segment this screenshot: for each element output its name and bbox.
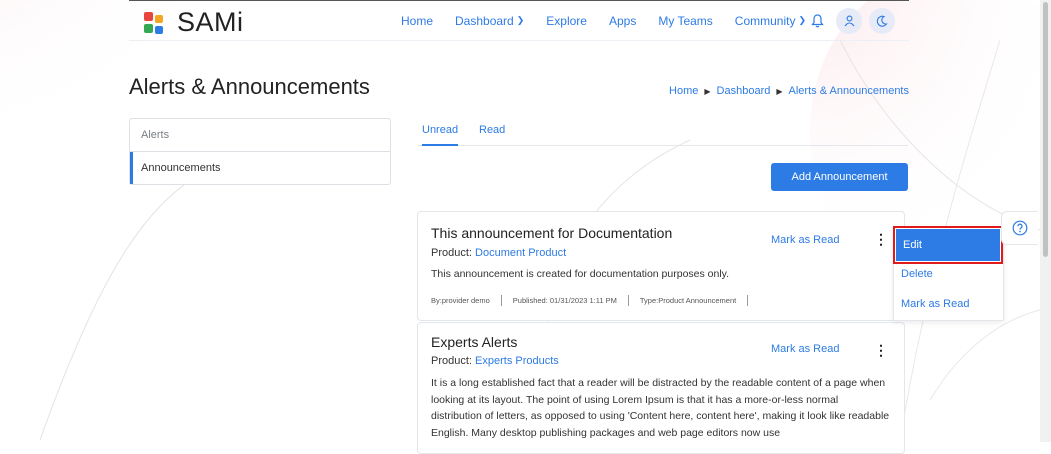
meta-by: By:provider demo <box>431 296 490 305</box>
meta-divider <box>500 295 502 306</box>
announcement-card: This announcement for Documentation Prod… <box>417 211 905 321</box>
announcement-description: This announcement is created for documen… <box>431 268 730 280</box>
brand-name: SAMi <box>177 7 244 37</box>
nav-dashboard[interactable]: Dashboard ❯ <box>455 14 524 28</box>
menu-item-edit[interactable]: Edit <box>893 226 1003 264</box>
nav-dashboard-label: Dashboard <box>455 13 514 28</box>
menu-item-delete[interactable]: Delete <box>894 259 1003 289</box>
more-vertical-icon[interactable]: ⋮ <box>874 343 888 357</box>
announcement-title: Experts Alerts <box>431 334 518 350</box>
scrollbar-thumb[interactable] <box>1043 2 1048 257</box>
breadcrumb: Home ▶ Dashboard ▶ Alerts & Announcement… <box>669 85 909 97</box>
add-announcement-button[interactable]: Add Announcement <box>771 163 908 191</box>
mark-as-read-link[interactable]: Mark as Read <box>771 234 839 246</box>
announcement-body: It is a long established fact that a rea… <box>431 377 890 439</box>
announcement-title: This announcement for Documentation <box>431 225 673 241</box>
product-link[interactable]: Document Product <box>475 247 566 259</box>
sidebar: Alerts Announcements <box>129 118 391 185</box>
nav-community[interactable]: Community ❯ <box>735 14 806 28</box>
header-icons <box>804 8 902 34</box>
product-label: Product: <box>431 355 472 367</box>
help-button[interactable] <box>1001 211 1038 245</box>
mark-as-read-link[interactable]: Mark as Read <box>771 343 839 355</box>
announcement-card: Experts Alerts Product: Experts Products… <box>417 322 905 454</box>
main-nav: Home Dashboard ❯ Explore Apps My Teams Co… <box>401 1 828 40</box>
product-label: Product: <box>431 247 472 259</box>
user-icon[interactable] <box>836 8 862 34</box>
sidebar-item-alerts[interactable]: Alerts <box>130 119 390 152</box>
nav-home[interactable]: Home <box>401 14 433 28</box>
brand-logo[interactable]: SAMi <box>143 7 244 38</box>
announcement-product: Product: Experts Products <box>431 355 559 367</box>
tab-read[interactable]: Read <box>479 124 505 136</box>
nav-my-teams-label: My Teams <box>658 13 713 28</box>
meta-divider <box>627 295 629 306</box>
breadcrumb-current[interactable]: Alerts & Announcements <box>789 85 909 97</box>
top-navbar: SAMi Home Dashboard ❯ Explore Apps My Tea… <box>129 1 909 41</box>
caret-right-icon: ▶ <box>776 86 783 96</box>
product-link[interactable]: Experts Products <box>475 355 559 367</box>
sidebar-item-announcements[interactable]: Announcements <box>130 152 390 184</box>
meta-type: Type:Product Announcement <box>639 296 737 305</box>
nav-explore[interactable]: Explore <box>546 14 587 28</box>
nav-home-label: Home <box>401 13 434 28</box>
announcement-actions-menu: Edit Delete Mark as Read <box>893 226 1004 321</box>
tab-bar: Unread Read <box>417 119 908 146</box>
bell-icon[interactable] <box>804 8 830 34</box>
breadcrumb-dashboard[interactable]: Dashboard <box>717 85 771 97</box>
moon-icon[interactable] <box>869 8 895 34</box>
announcement-product: Product: Document Product <box>431 247 566 259</box>
caret-right-icon: ▶ <box>704 86 711 96</box>
page-title: Alerts & Announcements <box>129 74 370 99</box>
meta-published: Published: 01/31/2023 1:11 PM <box>512 296 617 305</box>
breadcrumb-home[interactable]: Home <box>669 85 698 97</box>
nav-community-label: Community <box>734 13 796 28</box>
more-vertical-icon[interactable]: ⋮ <box>874 232 888 246</box>
nav-apps[interactable]: Apps <box>609 14 636 28</box>
menu-item-mark-as-read[interactable]: Mark as Read <box>894 289 1003 319</box>
nav-apps-label: Apps <box>608 13 637 28</box>
nav-explore-label: Explore <box>546 13 587 28</box>
help-icon <box>1012 220 1028 236</box>
logo-icon <box>144 11 163 34</box>
tab-unread[interactable]: Unread <box>422 124 459 146</box>
meta-divider <box>747 295 749 306</box>
announcement-meta: By:provider demo Published: 01/31/2023 1… <box>431 295 759 306</box>
nav-my-teams[interactable]: My Teams <box>658 14 712 28</box>
chevron-down-icon: ❯ <box>516 15 525 25</box>
page-scrollbar[interactable] <box>1040 0 1051 442</box>
